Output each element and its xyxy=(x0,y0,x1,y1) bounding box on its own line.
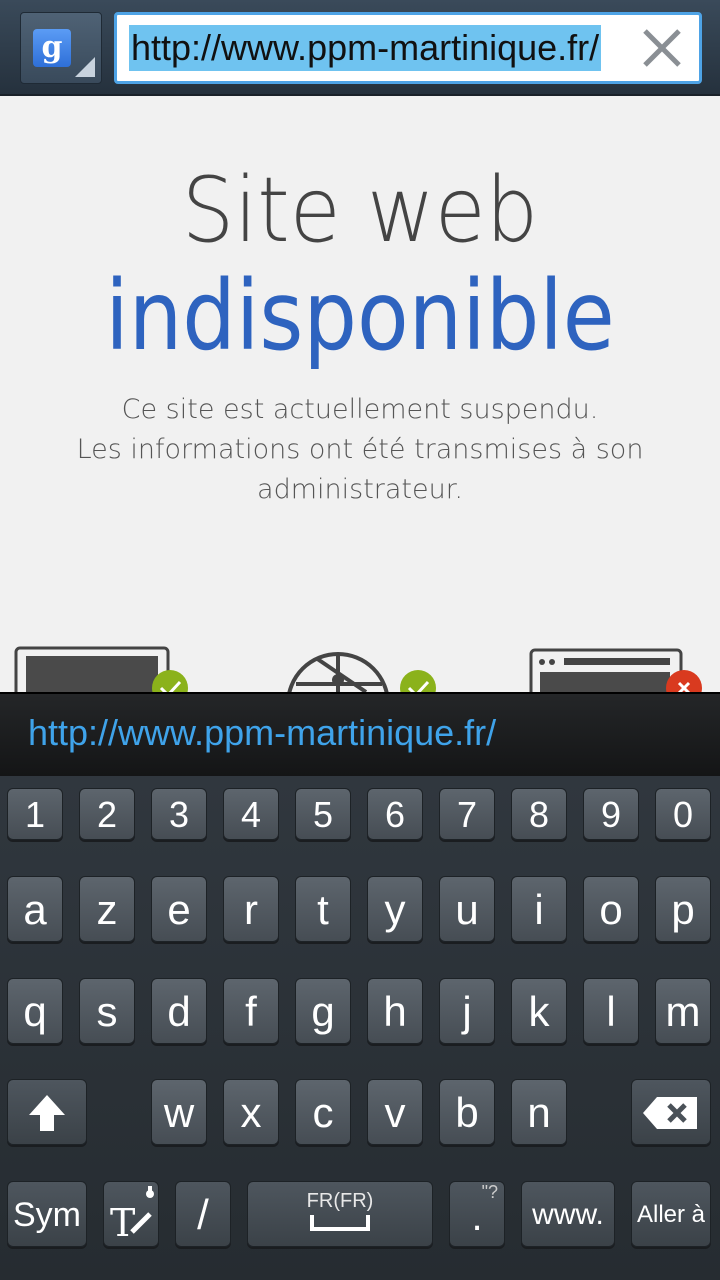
key-3[interactable]: 3 xyxy=(151,788,207,840)
text-edit-icon: T xyxy=(110,1186,154,1245)
sym-key[interactable]: Sym xyxy=(7,1181,87,1247)
key-y[interactable]: y xyxy=(367,876,423,942)
key-q[interactable]: q xyxy=(7,978,63,1044)
computer-illustration xyxy=(14,646,188,692)
key-j[interactable]: j xyxy=(439,978,495,1044)
key-1[interactable]: 1 xyxy=(7,788,63,840)
key-w[interactable]: w xyxy=(151,1079,207,1145)
dropdown-corner-icon xyxy=(75,57,95,77)
message-line: administrateur. xyxy=(257,474,463,505)
key-s[interactable]: s xyxy=(79,978,135,1044)
key-5[interactable]: 5 xyxy=(295,788,351,840)
shift-arrow-icon xyxy=(29,1095,65,1131)
key-z[interactable]: z xyxy=(79,876,135,942)
key-4[interactable]: 4 xyxy=(223,788,279,840)
key-g[interactable]: g xyxy=(295,978,351,1044)
key-i[interactable]: i xyxy=(511,876,567,942)
key-9[interactable]: 9 xyxy=(583,788,639,840)
error-x-icon xyxy=(666,670,702,692)
key-6[interactable]: 6 xyxy=(367,788,423,840)
url-text-selected[interactable]: http://www.ppm-martinique.fr/ xyxy=(129,25,602,71)
headline-indisponible: indisponible xyxy=(105,260,615,372)
slash-key[interactable]: / xyxy=(175,1181,231,1247)
key-f[interactable]: f xyxy=(223,978,279,1044)
key-k[interactable]: k xyxy=(511,978,567,1044)
key-l[interactable]: l xyxy=(583,978,639,1044)
clear-icon[interactable] xyxy=(639,25,685,71)
headline-site-web: Site web xyxy=(181,158,539,263)
key-h[interactable]: h xyxy=(367,978,423,1044)
space-language-label: FR(FR) xyxy=(306,1190,374,1212)
period-key-label: . xyxy=(471,1195,483,1239)
key-r[interactable]: r xyxy=(223,876,279,942)
url-input[interactable]: http://www.ppm-martinique.fr/ xyxy=(114,12,702,84)
key-a[interactable]: a xyxy=(7,876,63,942)
key-t[interactable]: t xyxy=(295,876,351,942)
key-b[interactable]: b xyxy=(439,1079,495,1145)
globe-illustration xyxy=(287,652,436,692)
server-illustration xyxy=(529,648,702,692)
web-page: Site web indisponible Ce site est actuel… xyxy=(0,96,720,692)
go-key[interactable]: Aller à xyxy=(631,1181,711,1247)
backspace-icon xyxy=(643,1097,697,1129)
space-key[interactable]: FR(FR) xyxy=(247,1181,433,1247)
key-u[interactable]: u xyxy=(439,876,495,942)
key-d[interactable]: d xyxy=(151,978,207,1044)
key-0[interactable]: 0 xyxy=(655,788,711,840)
message-line: Ce site est actuellement suspendu. xyxy=(121,394,599,425)
key-8[interactable]: 8 xyxy=(511,788,567,840)
key-c[interactable]: c xyxy=(295,1079,351,1145)
key-x[interactable]: x xyxy=(223,1079,279,1145)
key-m[interactable]: m xyxy=(655,978,711,1044)
period-key[interactable]: "? . xyxy=(449,1181,505,1247)
svg-text:T: T xyxy=(110,1201,135,1244)
key-7[interactable]: 7 xyxy=(439,788,495,840)
search-engine-button[interactable]: g xyxy=(20,12,102,84)
key-2[interactable]: 2 xyxy=(79,788,135,840)
key-p[interactable]: p xyxy=(655,876,711,942)
message-line: Les informations ont été transmises à so… xyxy=(76,434,644,465)
shift-key[interactable] xyxy=(7,1079,87,1145)
key-n[interactable]: n xyxy=(511,1079,567,1145)
space-bar-icon xyxy=(310,1215,370,1231)
www-key[interactable]: www. xyxy=(521,1181,615,1247)
text-tools-key[interactable]: T xyxy=(103,1181,159,1247)
google-icon: g xyxy=(33,29,71,67)
keyboard: 1 2 3 4 5 6 7 8 9 0 a z e r t y u i o p … xyxy=(0,776,720,1280)
url-suggestion-bar[interactable]: http://www.ppm-martinique.fr/ xyxy=(0,692,720,776)
backspace-key[interactable] xyxy=(631,1079,711,1145)
key-e[interactable]: e xyxy=(151,876,207,942)
url-suggestion[interactable]: http://www.ppm-martinique.fr/ xyxy=(28,712,496,754)
address-bar: g http://www.ppm-martinique.fr/ xyxy=(0,0,720,96)
check-icon xyxy=(400,670,436,692)
key-o[interactable]: o xyxy=(583,876,639,942)
key-v[interactable]: v xyxy=(367,1079,423,1145)
